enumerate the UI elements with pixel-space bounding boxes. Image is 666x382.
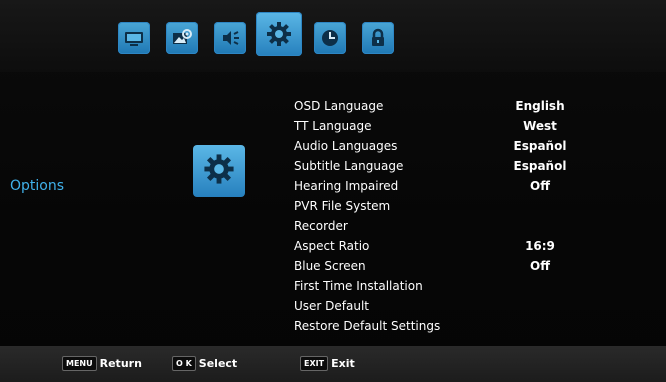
menu-item-label: Hearing Impaired <box>294 179 399 193</box>
menu-item-audio-languages[interactable]: Audio Languages Español <box>294 136 614 156</box>
top-tab-bar <box>0 0 666 72</box>
menu-item-pvr-file-system[interactable]: PVR File System <box>294 196 614 216</box>
tv-settings-screen: Options OSD Language English TT Language W… <box>0 0 666 382</box>
menu-item-label: User Default <box>294 299 370 313</box>
ok-key: O K <box>172 356 196 371</box>
section-title: Options <box>10 178 65 194</box>
menu-key: MENU <box>62 356 97 371</box>
menu-item-restore-default-settings[interactable]: Restore Default Settings <box>294 316 614 336</box>
clock-icon <box>319 27 341 49</box>
menu-item-aspect-ratio[interactable]: Aspect Ratio 16:9 <box>294 236 614 256</box>
menu-item-value: West <box>523 119 557 133</box>
hint-label: Return <box>99 357 142 370</box>
menu-item-label: OSD Language <box>294 99 384 113</box>
gear-icon <box>202 152 236 190</box>
speaker-icon <box>219 28 241 48</box>
monitor-icon <box>123 29 145 47</box>
menu-item-label: Blue Screen <box>294 259 366 273</box>
menu-item-value: Español <box>513 139 567 153</box>
menu-item-osd-language[interactable]: OSD Language English <box>294 96 614 116</box>
tab-options[interactable] <box>256 12 302 56</box>
tab-list <box>118 12 410 62</box>
hint-label: Select <box>198 357 238 370</box>
menu-item-label: TT Language <box>294 119 372 133</box>
menu-item-value: English <box>515 99 565 113</box>
gear-icon <box>265 20 293 48</box>
menu-item-label: Audio Languages <box>294 139 398 153</box>
menu-item-blue-screen[interactable]: Blue Screen Off <box>294 256 614 276</box>
options-menu: OSD Language English TT Language West Audi… <box>294 96 614 336</box>
menu-item-user-default[interactable]: User Default <box>294 296 614 316</box>
menu-item-hearing-impaired[interactable]: Hearing Impaired Off <box>294 176 614 196</box>
picture-icon <box>171 28 193 48</box>
options-large-icon <box>193 145 245 197</box>
menu-item-label: Recorder <box>294 219 348 233</box>
menu-item-value: Español <box>513 159 567 173</box>
tab-sound[interactable] <box>214 22 246 54</box>
menu-item-subtitle-language[interactable]: Subtitle Language Español <box>294 156 614 176</box>
menu-item-label: PVR File System <box>294 199 391 213</box>
tab-picture-display[interactable] <box>118 22 150 54</box>
menu-item-label: Restore Default Settings <box>294 319 441 333</box>
menu-item-recorder[interactable]: Recorder <box>294 216 614 236</box>
hint-label: Exit <box>331 357 355 370</box>
lock-icon <box>367 27 389 49</box>
tab-lock[interactable] <box>362 22 394 54</box>
menu-item-tt-language[interactable]: TT Language West <box>294 116 614 136</box>
hint-exit[interactable]: EXIT Exit <box>300 356 355 371</box>
menu-item-value: Off <box>530 179 550 193</box>
tab-time[interactable] <box>314 22 346 54</box>
hint-select[interactable]: O K Select <box>172 356 237 371</box>
tab-picture[interactable] <box>166 22 198 54</box>
hint-return[interactable]: MENU Return <box>62 356 142 371</box>
menu-item-first-time-installation[interactable]: First Time Installation <box>294 276 614 296</box>
footer-hint-bar: MENU Return O K Select EXIT Exit <box>0 346 666 382</box>
menu-item-value: 16:9 <box>525 239 555 253</box>
exit-key: EXIT <box>300 356 329 371</box>
menu-item-label: Aspect Ratio <box>294 239 370 253</box>
menu-item-label: Subtitle Language <box>294 159 404 173</box>
menu-item-label: First Time Installation <box>294 279 423 293</box>
menu-item-value: Off <box>530 259 550 273</box>
